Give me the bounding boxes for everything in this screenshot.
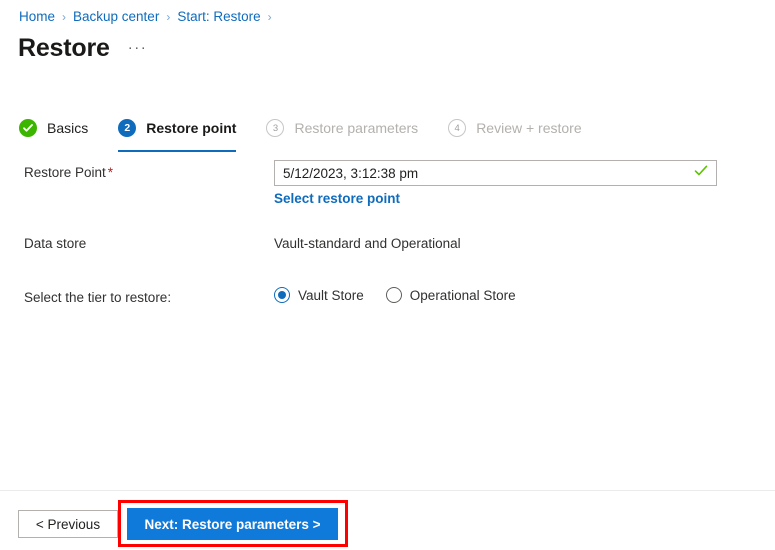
radio-selected-icon xyxy=(274,287,290,303)
breadcrumb-item-backup-center[interactable]: Backup center xyxy=(73,8,159,26)
checkmark-icon xyxy=(19,119,37,137)
wizard-tabs: Basics 2 Restore point 3 Restore paramet… xyxy=(19,112,612,152)
tab-review-restore-label: Review + restore xyxy=(476,120,582,136)
tab-restore-parameters[interactable]: 3 Restore parameters xyxy=(266,112,418,152)
radio-vault-store-label: Vault Store xyxy=(298,287,364,303)
breadcrumb: Home › Backup center › Start: Restore › xyxy=(19,8,279,26)
wizard-footer: < Previous xyxy=(0,491,775,550)
restore-point-label: Restore Point * xyxy=(24,160,274,182)
restore-point-input[interactable] xyxy=(275,161,716,185)
tier-radio-group: Vault Store Operational Store xyxy=(274,285,775,303)
field-restore-point: Restore Point* Select restore point xyxy=(0,160,775,208)
step-number-badge: 3 xyxy=(266,119,285,137)
restore-point-input-wrapper[interactable] xyxy=(274,160,717,186)
tab-basics[interactable]: Basics xyxy=(19,112,88,152)
more-options-icon[interactable]: ··· xyxy=(128,32,148,64)
tab-review-restore[interactable]: 4 Review + restore xyxy=(448,112,582,152)
tab-basics-label: Basics xyxy=(47,120,89,136)
tier-label: Select the tier to restore: xyxy=(24,290,172,305)
tab-restore-point-label: Restore point xyxy=(146,120,237,136)
checkmark-icon xyxy=(694,164,708,183)
page-title: Restore xyxy=(18,34,110,62)
radio-unselected-icon xyxy=(385,287,402,303)
data-store-control: Vault-standard and Operational xyxy=(274,231,775,253)
active-tab-indicator xyxy=(118,150,237,152)
tab-restore-point[interactable]: 2 Restore point xyxy=(118,112,237,152)
chevron-right-icon: › xyxy=(62,10,67,24)
previous-button[interactable]: < Previous xyxy=(18,510,118,538)
data-store-label: Data store xyxy=(24,236,87,251)
page-header: Restore ··· xyxy=(18,32,147,68)
step-number-badge: 2 xyxy=(118,119,137,137)
select-restore-point-link[interactable]: Select restore point xyxy=(274,191,400,206)
next-restore-parameters-button[interactable]: Next: Restore parameters > xyxy=(127,508,338,540)
step-number-badge: 4 xyxy=(448,119,467,137)
radio-vault-store[interactable]: Vault Store xyxy=(274,287,364,303)
field-data-store: Data store Vault-standard and Operationa… xyxy=(0,231,775,253)
data-store-value: Vault-standard and Operational xyxy=(274,236,461,251)
chevron-right-icon: › xyxy=(267,10,272,24)
tab-restore-parameters-label: Restore parameters xyxy=(294,120,419,136)
breadcrumb-item-start-restore[interactable]: Start: Restore xyxy=(177,8,260,26)
radio-operational-store-label: Operational Store xyxy=(409,287,516,303)
restore-point-label-text: Restore Point xyxy=(24,165,106,180)
restore-point-control: Select restore point xyxy=(274,160,775,208)
restore-point-form: Restore Point* Select restore point Data… xyxy=(0,160,775,307)
field-tier: Select the tier to restore: Vault Store … xyxy=(0,285,775,307)
required-indicator: * xyxy=(107,165,114,180)
radio-operational-store[interactable]: Operational Store xyxy=(385,287,516,303)
breadcrumb-item-home[interactable]: Home xyxy=(19,8,55,26)
tier-control: Vault Store Operational Store xyxy=(274,285,775,303)
chevron-right-icon: › xyxy=(166,10,171,24)
